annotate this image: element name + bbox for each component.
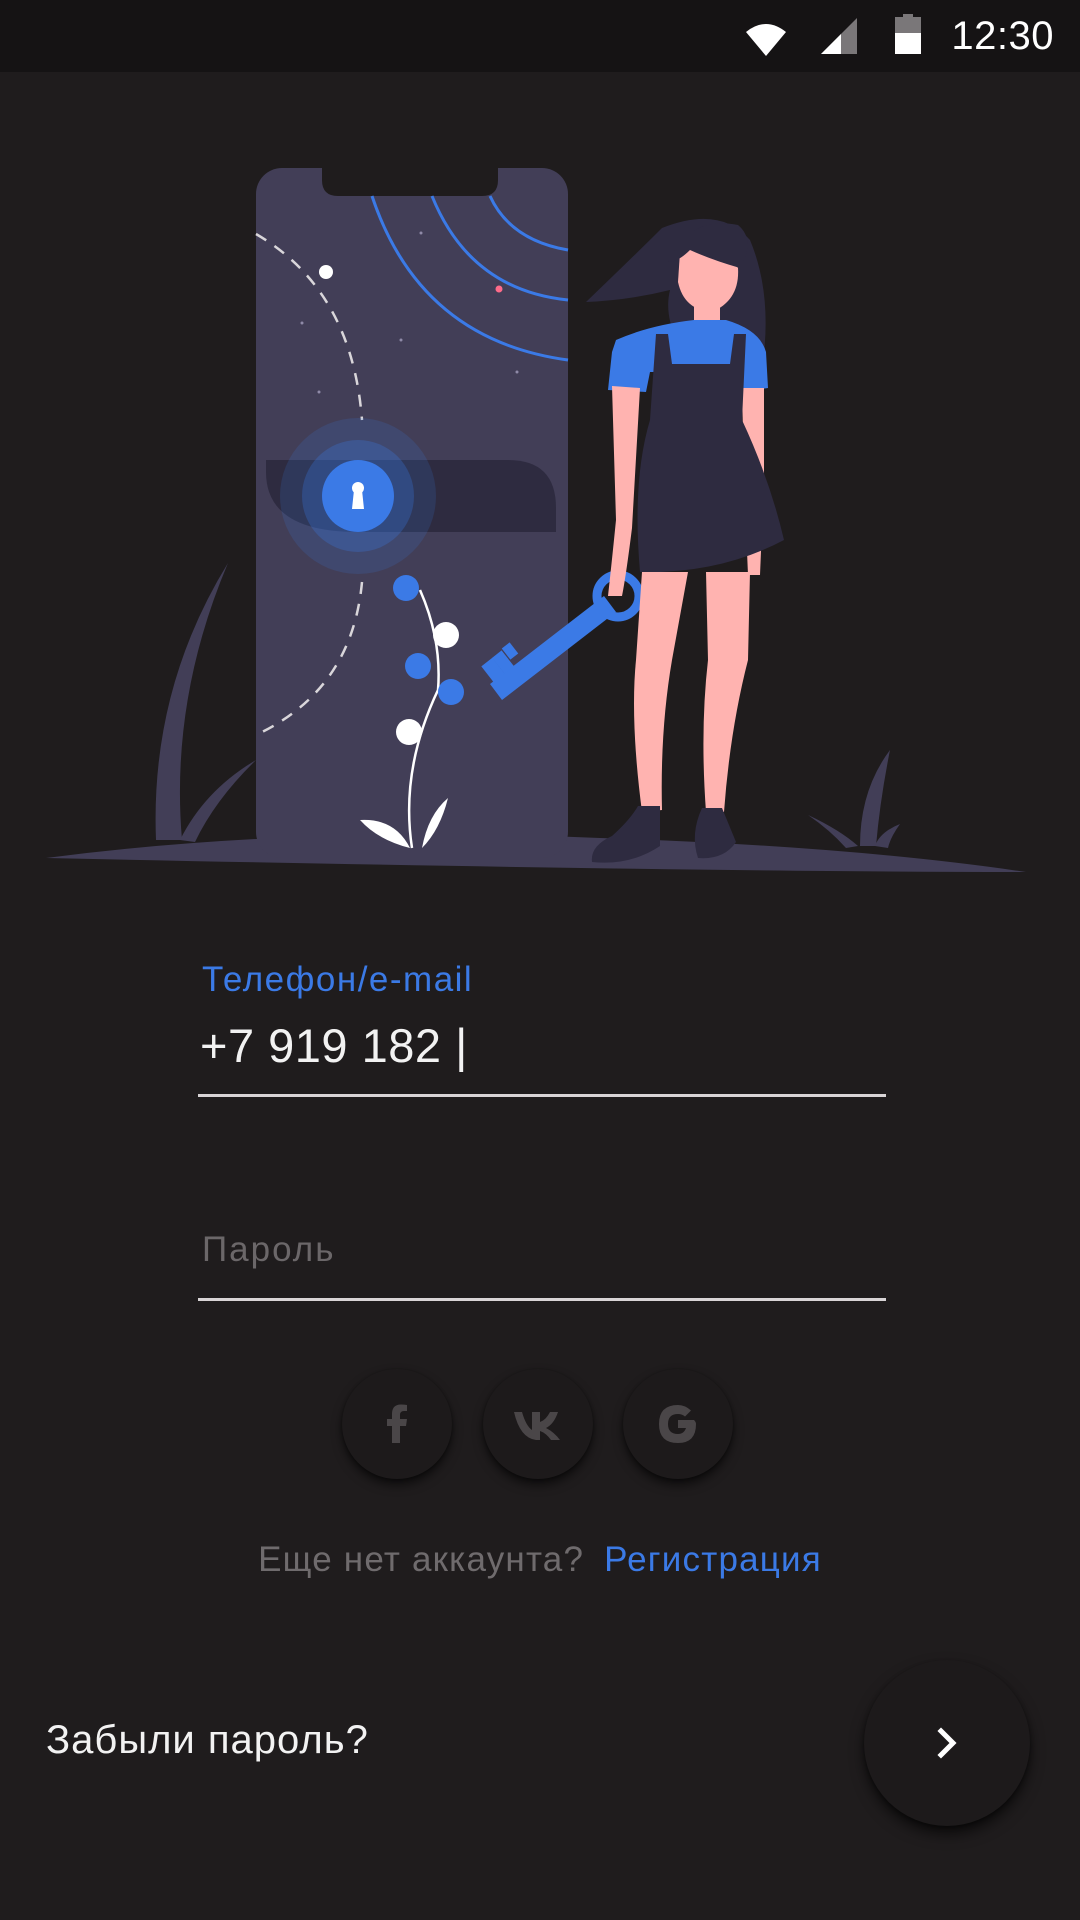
vk-icon	[514, 1412, 560, 1440]
login-field-label: Телефон/e-mail	[202, 960, 474, 999]
chevron-right-icon	[937, 1727, 957, 1759]
next-button[interactable]	[864, 1660, 1030, 1826]
google-login-button[interactable]	[623, 1369, 733, 1479]
login-input[interactable]: +7 919 182 |	[200, 1018, 468, 1073]
cell-signal-icon	[821, 10, 858, 62]
register-row: Еще нет аккаунта? Регистрация	[0, 1540, 1080, 1580]
forgot-password-link[interactable]: Забыли пароль?	[46, 1718, 369, 1763]
register-question: Еще нет аккаунта?	[258, 1540, 585, 1579]
google-icon	[659, 1405, 696, 1443]
vk-login-button[interactable]	[483, 1369, 593, 1479]
facebook-icon	[387, 1404, 407, 1443]
status-time: 12:30	[951, 13, 1054, 58]
status-icons: 12:30	[745, 10, 1054, 62]
login-field[interactable]: Телефон/e-mail +7 919 182 |	[198, 960, 886, 1100]
password-field[interactable]: Пароль	[198, 1230, 886, 1305]
facebook-login-button[interactable]	[342, 1369, 452, 1479]
password-placeholder[interactable]: Пароль	[202, 1230, 335, 1270]
register-link[interactable]: Регистрация	[604, 1540, 822, 1579]
social-login-row	[0, 1369, 1080, 1479]
battery-icon	[895, 10, 922, 62]
login-underline	[198, 1094, 886, 1097]
wifi-icon	[745, 10, 787, 62]
phone-lock-key-illustration	[46, 168, 1026, 872]
status-bar: 12:30	[0, 0, 1080, 72]
password-underline	[198, 1298, 886, 1301]
